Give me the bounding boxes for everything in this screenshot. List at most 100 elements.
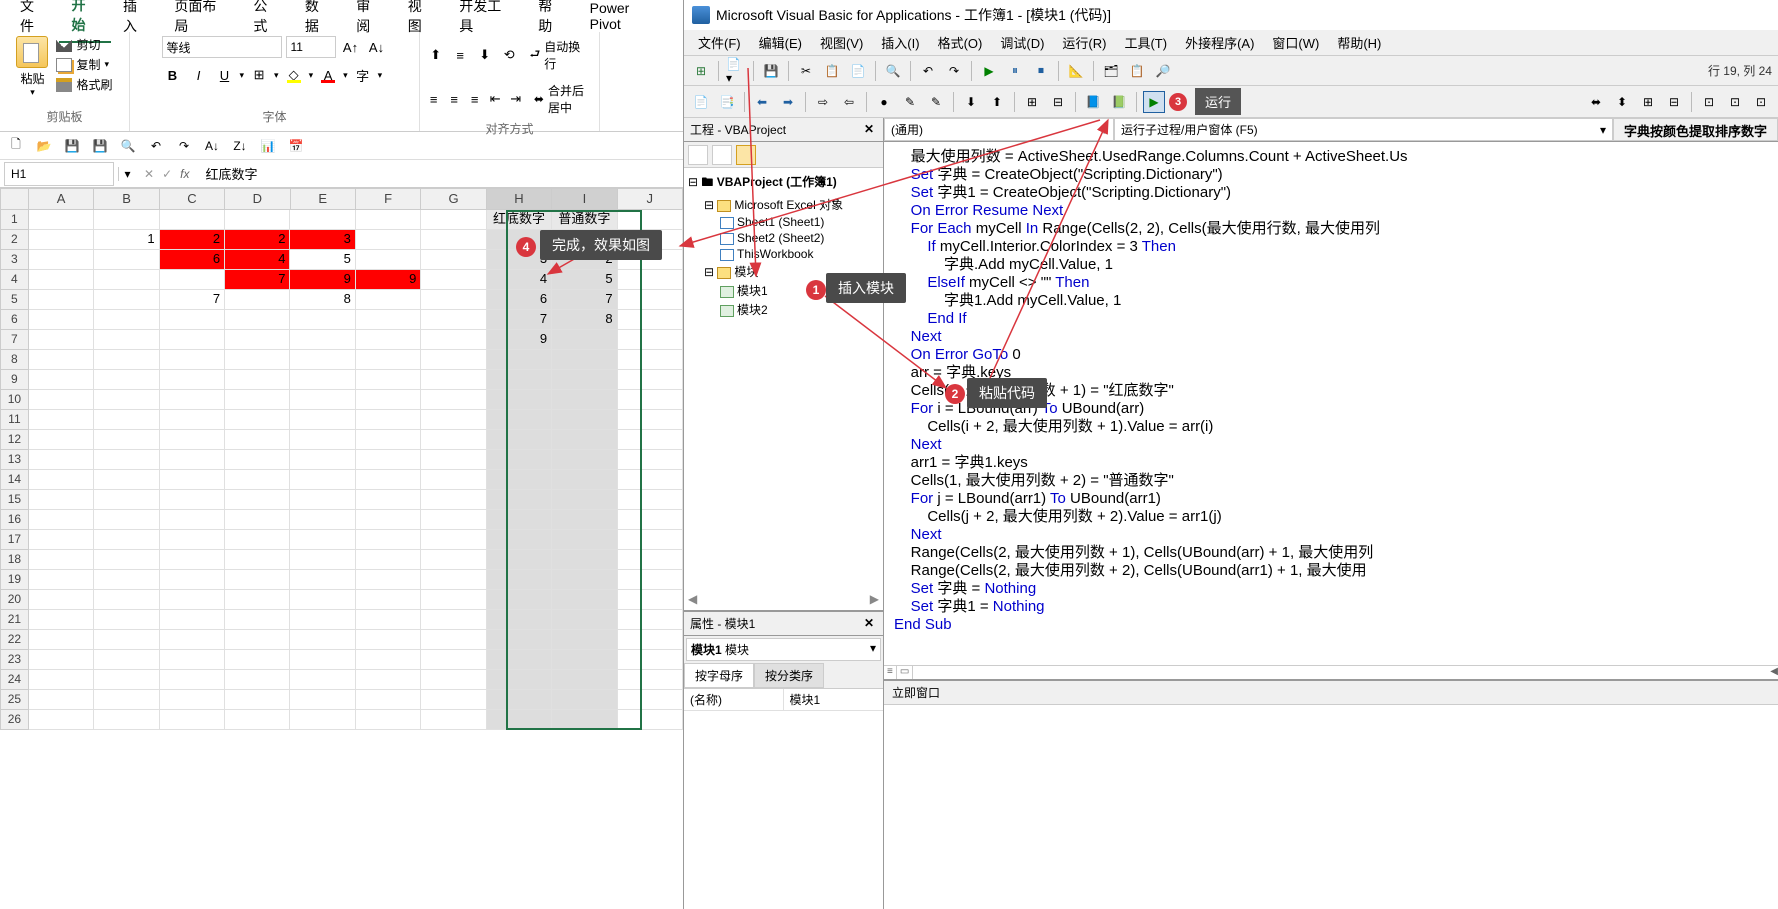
font-color-button[interactable]: A bbox=[317, 64, 339, 86]
cell[interactable] bbox=[552, 390, 617, 410]
cell[interactable] bbox=[225, 550, 290, 570]
cell[interactable]: 2 bbox=[225, 230, 290, 250]
code-line[interactable]: Next bbox=[894, 526, 1768, 544]
cell[interactable] bbox=[160, 490, 225, 510]
vbe-menu-item[interactable]: 视图(V) bbox=[812, 30, 871, 55]
cell[interactable] bbox=[160, 710, 225, 730]
cell[interactable] bbox=[356, 410, 421, 430]
cell[interactable] bbox=[160, 690, 225, 710]
code-line[interactable]: Set 字典 = Nothing bbox=[894, 580, 1768, 598]
cell[interactable] bbox=[421, 570, 486, 590]
row-header[interactable]: 10 bbox=[0, 390, 29, 410]
row-header[interactable]: 8 bbox=[0, 350, 29, 370]
tb2-icon-2[interactable]: 📑 bbox=[716, 91, 738, 113]
code-line[interactable]: On Error Resume Next bbox=[894, 202, 1768, 220]
bold-button[interactable]: B bbox=[162, 64, 184, 86]
cell[interactable] bbox=[421, 450, 486, 470]
tb2-icon-r3[interactable]: ⊞ bbox=[1637, 91, 1659, 113]
cell[interactable] bbox=[421, 690, 486, 710]
cell[interactable] bbox=[225, 310, 290, 330]
code-line[interactable]: Set 字典1 = CreateObject("Scripting.Dictio… bbox=[894, 184, 1768, 202]
vbe-menu-item[interactable]: 运行(R) bbox=[1054, 30, 1114, 55]
cell[interactable] bbox=[487, 450, 552, 470]
cell[interactable] bbox=[29, 510, 94, 530]
cell[interactable] bbox=[487, 630, 552, 650]
cell[interactable] bbox=[225, 690, 290, 710]
cell[interactable] bbox=[421, 470, 486, 490]
align-middle-button[interactable]: ≡ bbox=[450, 44, 471, 66]
cell[interactable] bbox=[225, 350, 290, 370]
tree-root[interactable]: ⊟ 🖿 VBAProject (工作簿1) bbox=[688, 172, 879, 195]
cell[interactable] bbox=[290, 670, 355, 690]
cell[interactable] bbox=[225, 610, 290, 630]
cell[interactable] bbox=[225, 390, 290, 410]
cell[interactable] bbox=[160, 650, 225, 670]
spreadsheet-grid[interactable]: ABCDEFGHIJ1红底数字普通数字212232136453247994557… bbox=[0, 188, 683, 730]
cell[interactable] bbox=[29, 590, 94, 610]
merge-center-button[interactable]: ⬌合并后居中 bbox=[528, 80, 594, 118]
row-header[interactable]: 19 bbox=[0, 570, 29, 590]
design-mode-icon[interactable]: 📐 bbox=[1065, 60, 1087, 82]
formula-input[interactable]: 红底数字 bbox=[197, 164, 683, 183]
reset-icon[interactable]: ⏹ bbox=[1030, 60, 1052, 82]
cell[interactable] bbox=[160, 210, 225, 230]
row-header[interactable]: 18 bbox=[0, 550, 29, 570]
vbe-menu-item[interactable]: 工具(T) bbox=[1116, 30, 1175, 55]
properties-grid[interactable]: (名称) 模块1 bbox=[684, 689, 883, 909]
cell[interactable] bbox=[487, 510, 552, 530]
cell[interactable]: 6 bbox=[160, 250, 225, 270]
cell[interactable] bbox=[356, 630, 421, 650]
cell[interactable] bbox=[29, 650, 94, 670]
cell[interactable]: 4 bbox=[225, 250, 290, 270]
cell[interactable] bbox=[225, 210, 290, 230]
font-size-select[interactable] bbox=[286, 36, 336, 58]
tb2-icon-4[interactable]: ➡ bbox=[777, 91, 799, 113]
cell[interactable] bbox=[94, 350, 159, 370]
cell[interactable] bbox=[290, 210, 355, 230]
cell[interactable] bbox=[29, 710, 94, 730]
cell[interactable] bbox=[618, 210, 683, 230]
code-line[interactable]: Range(Cells(2, 最大使用列数 + 2), Cells(UBound… bbox=[894, 562, 1768, 580]
vbe-menu-item[interactable]: 外接程序(A) bbox=[1177, 30, 1262, 55]
cell[interactable] bbox=[94, 530, 159, 550]
cell[interactable] bbox=[618, 350, 683, 370]
cell[interactable] bbox=[487, 390, 552, 410]
cell[interactable] bbox=[94, 510, 159, 530]
cell[interactable]: 普通数字 bbox=[552, 210, 617, 230]
cell[interactable] bbox=[356, 250, 421, 270]
row-header[interactable]: 22 bbox=[0, 630, 29, 650]
undo-icon[interactable]: ↶ bbox=[917, 60, 939, 82]
cell[interactable] bbox=[160, 430, 225, 450]
tb2-icon-r7[interactable]: ⊡ bbox=[1750, 91, 1772, 113]
cell[interactable] bbox=[29, 490, 94, 510]
column-header[interactable]: C bbox=[160, 188, 225, 210]
cell[interactable] bbox=[552, 690, 617, 710]
code-line[interactable]: Cells(j + 2, 最大使用列数 + 2).Value = arr1(j) bbox=[894, 508, 1768, 526]
indent-dec-button[interactable]: ⇤ bbox=[487, 88, 503, 110]
cancel-formula-icon[interactable]: ✕ bbox=[144, 167, 154, 181]
cell[interactable] bbox=[618, 510, 683, 530]
cell[interactable] bbox=[94, 410, 159, 430]
close-icon[interactable]: ✕ bbox=[861, 122, 877, 138]
cell[interactable] bbox=[29, 210, 94, 230]
italic-button[interactable]: I bbox=[188, 64, 210, 86]
cell[interactable] bbox=[290, 710, 355, 730]
cut-button[interactable]: 剪切 bbox=[56, 36, 112, 53]
cell[interactable] bbox=[421, 430, 486, 450]
cell[interactable]: 7 bbox=[225, 270, 290, 290]
cell[interactable] bbox=[421, 590, 486, 610]
cell[interactable] bbox=[290, 590, 355, 610]
tb2-icon-r6[interactable]: ⊡ bbox=[1724, 91, 1746, 113]
cell[interactable] bbox=[94, 310, 159, 330]
cell[interactable] bbox=[225, 370, 290, 390]
cell[interactable] bbox=[618, 590, 683, 610]
cell[interactable] bbox=[225, 290, 290, 310]
cell[interactable] bbox=[421, 410, 486, 430]
row-header[interactable]: 5 bbox=[0, 290, 29, 310]
code-line[interactable]: If myCell.Interior.ColorIndex = 3 Then bbox=[894, 238, 1768, 256]
cell[interactable] bbox=[421, 370, 486, 390]
tb2-icon-r5[interactable]: ⊡ bbox=[1698, 91, 1720, 113]
cell[interactable] bbox=[618, 630, 683, 650]
copy-icon[interactable]: 📋 bbox=[821, 60, 843, 82]
cell[interactable] bbox=[356, 510, 421, 530]
